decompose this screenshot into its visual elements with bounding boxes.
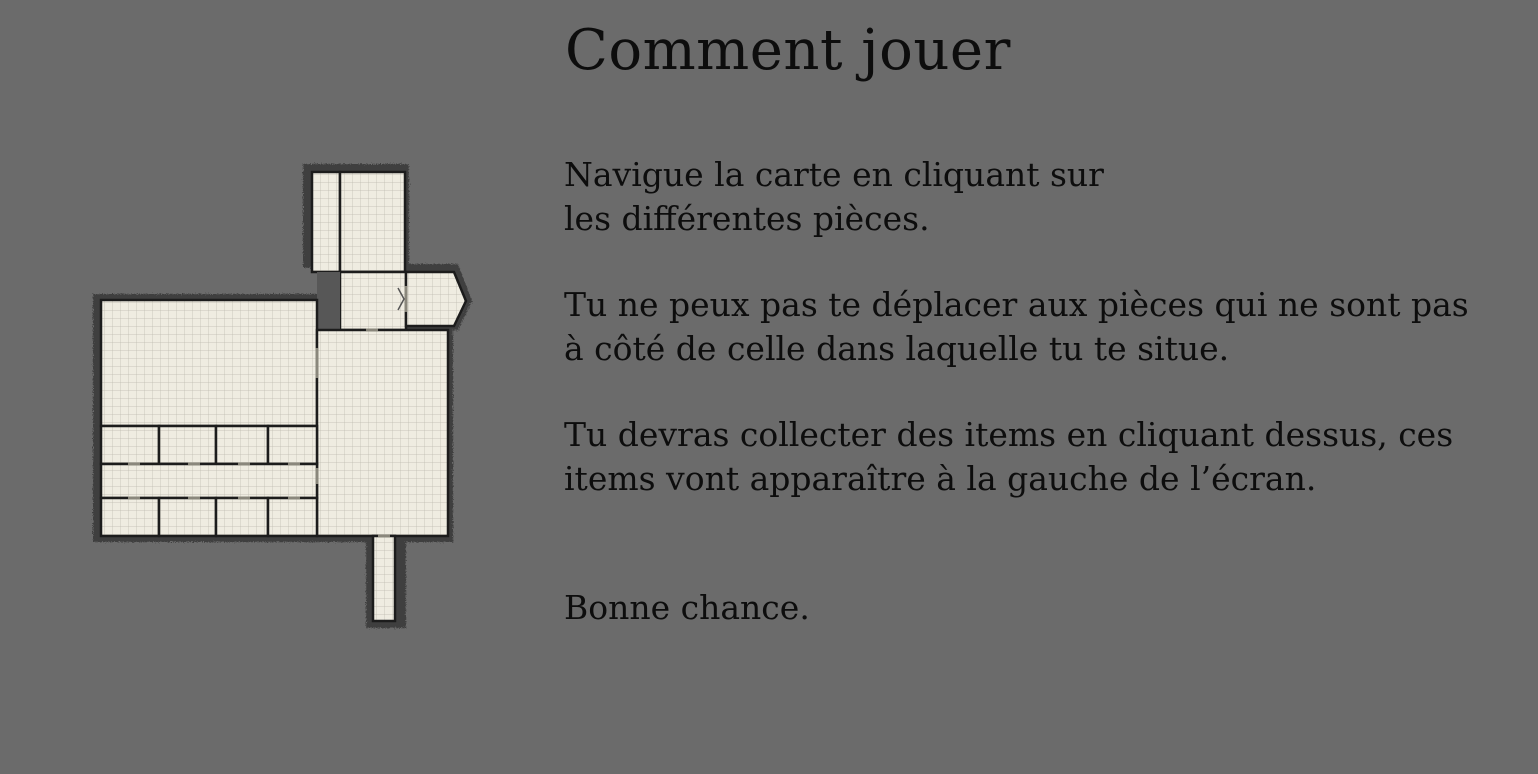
tower-connector — [317, 272, 340, 332]
instruction-farewell: Bonne chance. — [564, 588, 810, 627]
room-cell-2[interactable] — [157, 424, 218, 466]
room-north-tower-right[interactable] — [338, 170, 407, 274]
room-east-entrance[interactable] — [404, 270, 468, 328]
room-cell-3[interactable] — [214, 424, 270, 466]
room-long-corridor[interactable] — [99, 462, 319, 500]
room-cell-1[interactable] — [99, 424, 161, 466]
room-great-hall[interactable] — [99, 298, 319, 428]
instruction-navigate: Navigue la carte en cliquant sur les dif… — [564, 155, 1104, 238]
room-cell-6[interactable] — [157, 496, 218, 538]
room-tower-base[interactable] — [338, 270, 408, 332]
instruction-adjacency: Tu ne peux pas te déplacer aux pièces qu… — [564, 285, 1469, 368]
dungeon-floorplan-icon — [93, 164, 472, 628]
room-cell-7[interactable] — [214, 496, 270, 538]
room-north-tower-left[interactable] — [310, 170, 342, 274]
page-title: Comment jouer — [565, 18, 1011, 83]
room-cell-5[interactable] — [99, 496, 161, 538]
room-south-corridor[interactable] — [371, 534, 397, 623]
room-central-hall[interactable] — [315, 328, 450, 538]
room-cell-4[interactable] — [266, 424, 319, 466]
room-cell-8[interactable] — [266, 496, 319, 538]
dungeon-map — [88, 158, 478, 642]
instruction-collect: Tu devras collecter des items en cliquan… — [564, 415, 1454, 498]
